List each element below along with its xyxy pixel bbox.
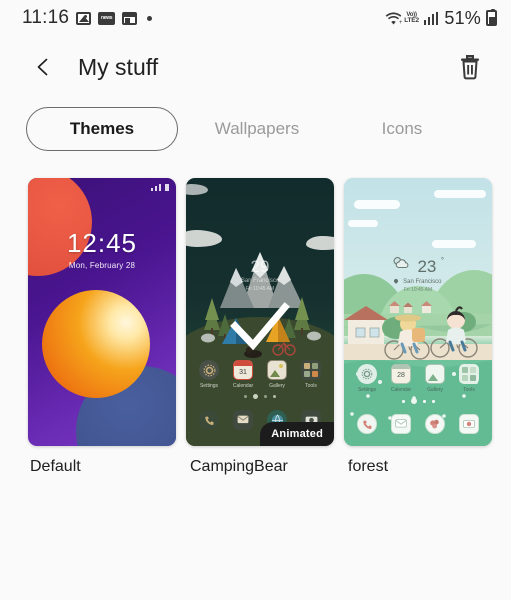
- status-bar-right: + Vo)) LTE2 51%: [385, 8, 497, 29]
- location-pin-icon: [393, 278, 400, 284]
- default-clock-time: 12:45: [66, 228, 138, 258]
- camera-icon: [459, 414, 479, 434]
- calendar-icon: 28: [391, 364, 411, 384]
- tab-icons[interactable]: Icons: [332, 119, 472, 139]
- campingbear-app-settings: Settings: [194, 360, 224, 389]
- forest-page-dots: [344, 398, 492, 404]
- forest-weather-widget: 23 ° San Francisco Fri 10:45 AM: [344, 256, 492, 293]
- theme-card-forest[interactable]: 23 ° San Francisco Fri 10:45 AM Settings: [344, 178, 492, 446]
- messages-icon: [233, 410, 253, 430]
- forest-app-label-settings: Settings: [357, 387, 377, 393]
- browser-icon: [425, 414, 445, 434]
- default-preview-status-icons: [151, 184, 169, 191]
- theme-label-default: Default: [30, 458, 81, 475]
- tools-icon: [459, 364, 479, 384]
- forest-scenery: [344, 301, 492, 446]
- phone-icon: [357, 414, 377, 434]
- forest-hour: Fri 10:45 AM: [403, 287, 433, 293]
- app-bar: My stuff: [0, 36, 511, 98]
- campingbear-weather-widget: 29 San Francisco Fri 10:45 AM: [186, 258, 334, 292]
- theme-cell-campingbear: 29 San Francisco Fri 10:45 AM Settings 3…: [186, 178, 334, 476]
- photo-icon: [76, 11, 92, 25]
- forest-app-label-gallery: Gallery: [427, 387, 443, 393]
- forest-temperature: 23: [417, 256, 437, 276]
- campingbear-app-label-tools: Tools: [305, 383, 317, 389]
- messages-icon: [391, 414, 411, 434]
- default-clock-date: Mon, February 28: [68, 261, 136, 270]
- weather-cloud-sun-icon: [392, 256, 409, 276]
- svg-text:+: +: [399, 20, 402, 25]
- calendar-icon: 31: [233, 360, 253, 380]
- theme-label-forest: forest: [348, 458, 389, 475]
- campingbear-city: San Francisco: [240, 278, 280, 284]
- tab-bar: Themes Wallpapers Icons: [0, 98, 511, 160]
- settings-icon: [357, 364, 377, 384]
- theme-label-campingbear: CampingBear: [190, 458, 288, 475]
- themes-screen: 11:16 news + Vo)) LTE2 51% My stuff Them…: [0, 0, 511, 600]
- forest-app-row: Settings 28 Calendar Gallery Tools: [344, 364, 492, 393]
- theme-grid: 12:45 Mon, February 28 Default 29 San Fr…: [0, 160, 511, 476]
- animated-badge: Animated: [260, 422, 334, 446]
- campingbear-temperature: 29: [250, 257, 270, 276]
- volte-icon: Vo)) LTE2: [404, 12, 419, 25]
- chevron-left-icon[interactable]: [30, 54, 56, 80]
- campingbear-app-label-settings: Settings: [199, 383, 219, 389]
- theme-card-campingbear[interactable]: 29 San Francisco Fri 10:45 AM Settings 3…: [186, 178, 334, 446]
- default-sun-circle: [42, 290, 150, 398]
- status-bar: 11:16 news + Vo)) LTE2 51%: [0, 0, 511, 36]
- forest-city-row: San Francisco: [344, 278, 492, 285]
- news-badge-icon: news: [98, 11, 116, 25]
- battery-percent-label: 51%: [444, 7, 481, 28]
- tab-themes[interactable]: Themes: [26, 107, 178, 151]
- forest-app-tools: Tools: [454, 364, 484, 393]
- campingbear-hour: Fri 10:45 AM: [245, 286, 275, 292]
- status-bar-left: 11:16 news: [22, 7, 153, 29]
- forest-dock-row: [344, 414, 492, 434]
- window-icon: [122, 11, 138, 25]
- forest-app-settings: Settings: [352, 364, 382, 393]
- campingbear-app-calendar: 31 Calendar: [228, 360, 258, 389]
- volte-bottom-text: LTE2: [404, 16, 419, 24]
- wifi-icon: +: [385, 11, 402, 25]
- trash-icon[interactable]: [453, 50, 487, 84]
- dot-icon: [147, 15, 153, 21]
- campingbear-calendar-day: 31: [239, 369, 247, 376]
- forest-calendar-day: 28: [397, 372, 405, 379]
- degree-symbol: °: [440, 256, 445, 265]
- signal-bars-icon: [423, 11, 439, 25]
- campingbear-app-row: Settings 31 Calendar Gallery Tools: [186, 360, 334, 389]
- campingbear-page-dots: [186, 394, 334, 399]
- tools-icon: [301, 360, 321, 380]
- forest-app-label-calendar: Calendar: [390, 387, 412, 393]
- theme-cell-default: 12:45 Mon, February 28 Default: [28, 178, 176, 476]
- settings-icon: [199, 360, 219, 380]
- campingbear-app-label-gallery: Gallery: [269, 383, 285, 389]
- selected-check-icon: [230, 302, 290, 351]
- status-bar-clock: 11:16: [22, 7, 70, 28]
- theme-cell-forest: 23 ° San Francisco Fri 10:45 AM Settings: [344, 178, 492, 476]
- gallery-icon: [267, 360, 287, 380]
- gallery-icon: [425, 364, 445, 384]
- tab-wallpapers[interactable]: Wallpapers: [182, 119, 332, 139]
- forest-app-calendar: 28 Calendar: [386, 364, 416, 393]
- forest-app-label-tools: Tools: [463, 387, 475, 393]
- default-lockscreen-clock: 12:45 Mon, February 28: [28, 230, 176, 270]
- phone-icon: [199, 410, 219, 430]
- forest-city: San Francisco: [403, 279, 442, 285]
- campingbear-app-label-calendar: Calendar: [232, 383, 254, 389]
- news-badge-text: news: [100, 15, 113, 21]
- campingbear-app-gallery: Gallery: [262, 360, 292, 389]
- battery-icon: [486, 9, 497, 26]
- page-title: My stuff: [78, 53, 159, 80]
- forest-app-gallery: Gallery: [420, 364, 450, 393]
- campingbear-app-tools: Tools: [296, 360, 326, 389]
- theme-card-default[interactable]: 12:45 Mon, February 28: [28, 178, 176, 446]
